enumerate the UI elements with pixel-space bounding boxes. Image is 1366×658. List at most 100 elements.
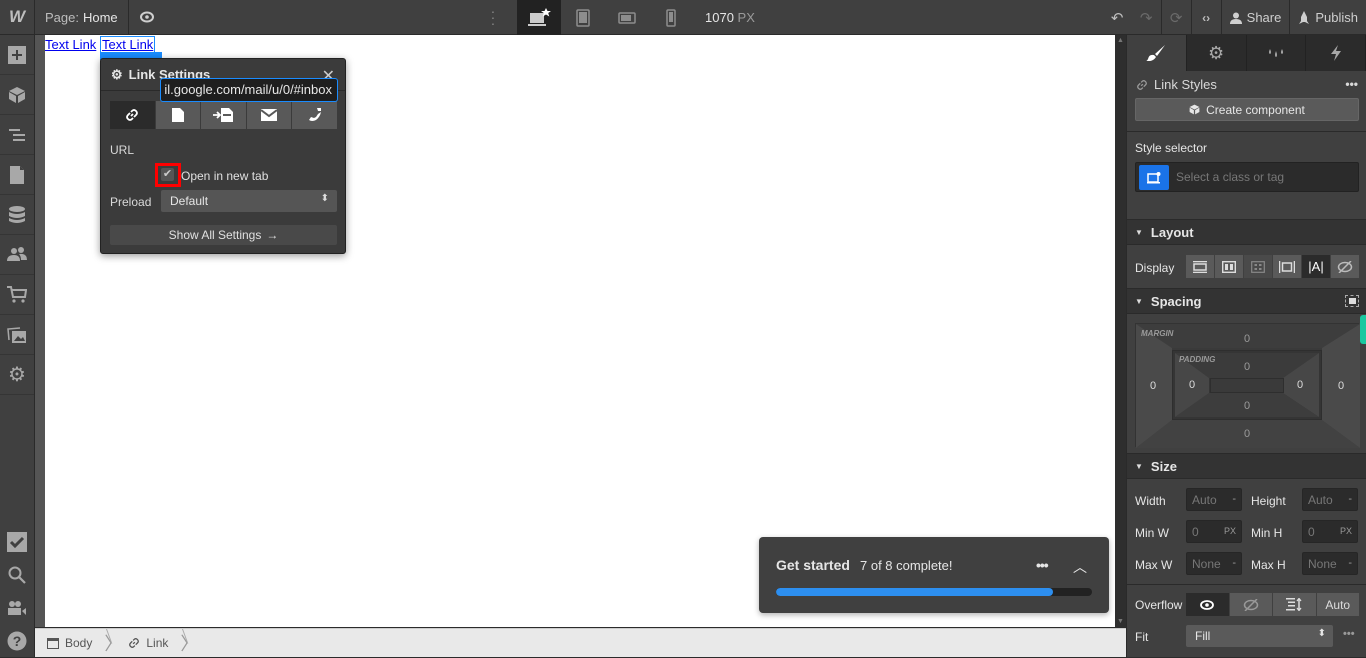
- spacing-preset-icon[interactable]: [1345, 295, 1359, 307]
- open-new-tab-checkbox[interactable]: ✔: [161, 168, 174, 181]
- assets-button[interactable]: [0, 315, 34, 355]
- width-unit[interactable]: -: [1232, 493, 1236, 505]
- margin-top-value[interactable]: 0: [1241, 333, 1253, 345]
- display-inline-block-button[interactable]: [1273, 255, 1301, 278]
- canvas-scrollbar[interactable]: ▲ ▼: [1115, 35, 1126, 627]
- panel-resize-handle[interactable]: [1360, 315, 1366, 344]
- style-selector-input[interactable]: Select a class or tag: [1135, 162, 1359, 192]
- display-block-button[interactable]: [1186, 255, 1214, 278]
- show-all-settings-button[interactable]: Show All Settings →: [110, 225, 337, 245]
- margin-right-value[interactable]: 0: [1335, 380, 1347, 392]
- height-unit[interactable]: -: [1348, 493, 1352, 505]
- padding-left-value[interactable]: 0: [1186, 379, 1198, 391]
- width-input[interactable]: Auto -: [1186, 488, 1242, 511]
- device-desktop-button[interactable]: [517, 0, 561, 35]
- pages-button[interactable]: [0, 155, 34, 195]
- display-grid-button[interactable]: [1244, 255, 1272, 278]
- sync-button[interactable]: ⟳: [1162, 0, 1191, 35]
- min-width-unit[interactable]: PX: [1224, 526, 1236, 536]
- tab-page-section[interactable]: [200, 101, 246, 129]
- scroll-up-icon[interactable]: ▲: [1117, 37, 1124, 44]
- search-button[interactable]: [0, 558, 34, 591]
- fit-more-options-button[interactable]: •••: [1343, 628, 1355, 640]
- navigator-button[interactable]: [0, 115, 34, 155]
- collapse-button[interactable]: ︿: [1073, 557, 1087, 577]
- page-selector[interactable]: Page: Home: [35, 0, 129, 35]
- device-tablet-button[interactable]: [561, 0, 605, 35]
- help-button[interactable]: ?: [0, 624, 34, 657]
- preview-button[interactable]: [129, 0, 165, 35]
- element-tag-icon: [1147, 171, 1161, 183]
- max-width-unit[interactable]: -: [1232, 557, 1236, 569]
- text-link[interactable]: Text Link: [45, 37, 96, 52]
- device-mobile-landscape-button[interactable]: [605, 0, 649, 35]
- more-options-icon[interactable]: · · ·: [488, 4, 498, 30]
- padding-top-value[interactable]: 0: [1241, 361, 1253, 373]
- tab-page[interactable]: [154, 101, 201, 129]
- tab-url[interactable]: [110, 101, 155, 129]
- code-export-button[interactable]: ‹›: [1192, 0, 1221, 35]
- create-component-button[interactable]: Create component: [1135, 98, 1359, 121]
- tab-phone[interactable]: [291, 101, 337, 129]
- spacing-section-header[interactable]: ▼ Spacing: [1127, 288, 1366, 314]
- ecommerce-button[interactable]: [0, 275, 34, 315]
- audit-button[interactable]: [0, 525, 34, 558]
- fit-select[interactable]: Fill ⬍: [1186, 625, 1333, 647]
- settings-button[interactable]: ⚙: [0, 355, 34, 395]
- breadcrumb-item-body[interactable]: Body: [35, 629, 102, 658]
- margin-bottom-value[interactable]: 0: [1241, 428, 1253, 440]
- scroll-down-icon[interactable]: ▼: [1117, 618, 1124, 625]
- display-none-button[interactable]: [1331, 255, 1359, 278]
- tab-settings[interactable]: ⚙: [1187, 35, 1247, 71]
- webflow-logo[interactable]: W: [0, 0, 35, 35]
- tab-interactions[interactable]: [1306, 35, 1366, 71]
- tab-style[interactable]: [1127, 35, 1187, 71]
- link-icon: [126, 109, 139, 121]
- max-height-input[interactable]: None -: [1302, 552, 1358, 575]
- margin-left-value[interactable]: 0: [1147, 380, 1159, 392]
- users-icon: [7, 246, 27, 261]
- text-link-selected[interactable]: Text Link: [100, 36, 156, 53]
- height-input[interactable]: Auto -: [1302, 488, 1358, 511]
- overflow-auto-button[interactable]: Auto: [1316, 593, 1359, 616]
- share-label: Share: [1246, 10, 1282, 25]
- min-height-input[interactable]: 0 PX: [1302, 520, 1358, 543]
- tab-style-manager[interactable]: [1247, 35, 1307, 71]
- overflow-scroll-button[interactable]: [1273, 593, 1316, 616]
- tag-selector-button[interactable]: [1139, 165, 1169, 190]
- add-elements-button[interactable]: [0, 35, 34, 75]
- components-button[interactable]: [0, 75, 34, 115]
- max-height-unit[interactable]: -: [1348, 557, 1352, 569]
- open-new-tab-label[interactable]: Open in new tab: [181, 169, 268, 183]
- right-panel-tabs: ⚙: [1127, 35, 1366, 71]
- tab-email[interactable]: [245, 101, 292, 129]
- undo-button[interactable]: ↶: [1103, 0, 1132, 35]
- overflow-auto-label: Auto: [1325, 597, 1351, 612]
- cms-button[interactable]: [0, 195, 34, 235]
- redo-button[interactable]: ↷: [1132, 0, 1161, 35]
- display-inline-button[interactable]: |A|: [1302, 255, 1330, 278]
- users-button[interactable]: [0, 235, 34, 275]
- layout-section-header[interactable]: ▼ Layout: [1127, 219, 1366, 245]
- padding-bottom-value[interactable]: 0: [1241, 400, 1253, 412]
- preload-select[interactable]: Default ⬍: [161, 190, 337, 212]
- breadcrumb-item-link[interactable]: Link: [124, 629, 178, 658]
- url-input[interactable]: il.google.com/mail/u/0/#inbox: [160, 78, 338, 102]
- overflow-hidden-button[interactable]: [1229, 593, 1272, 616]
- more-options-button[interactable]: •••: [1036, 557, 1049, 573]
- share-button[interactable]: Share: [1222, 0, 1290, 35]
- preload-label: Preload: [110, 195, 152, 209]
- more-options-button[interactable]: •••: [1345, 77, 1358, 91]
- min-height-unit[interactable]: PX: [1340, 526, 1352, 536]
- padding-right-value[interactable]: 0: [1294, 379, 1306, 391]
- page-label: Page:: [45, 9, 79, 25]
- max-width-input[interactable]: None -: [1186, 552, 1242, 575]
- size-section-header[interactable]: ▼ Size: [1127, 453, 1366, 479]
- device-mobile-portrait-button[interactable]: [649, 0, 693, 35]
- min-width-input[interactable]: 0 PX: [1186, 520, 1242, 543]
- left-toolbar-bottom: ?: [0, 525, 34, 657]
- publish-button[interactable]: Publish: [1290, 0, 1366, 35]
- video-tutorials-button[interactable]: [0, 591, 34, 624]
- display-flex-button[interactable]: [1215, 255, 1243, 278]
- overflow-visible-button[interactable]: [1186, 593, 1229, 616]
